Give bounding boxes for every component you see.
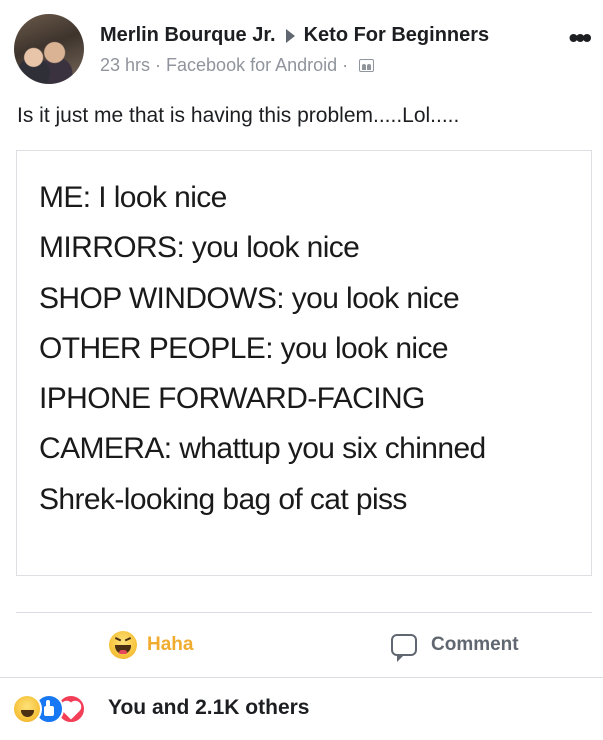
meme-image[interactable]: ME: I look nice MIRRORS: you look nice S… xyxy=(16,150,592,576)
right-triangle-icon xyxy=(285,28,295,43)
reactions-summary[interactable]: You and 2.1K others xyxy=(12,690,309,726)
reaction-icons xyxy=(12,693,100,724)
author-line: Merlin Bourque Jr. Keto For Beginners xyxy=(100,24,489,47)
comment-label: Comment xyxy=(431,634,519,655)
meta-separator: · xyxy=(155,55,162,75)
author-avatar[interactable] xyxy=(14,14,84,84)
haha-button[interactable]: Haha xyxy=(109,620,193,670)
haha-icon xyxy=(109,631,137,659)
meta-separator-2: · xyxy=(342,55,349,75)
post-meta: 23 hrs · Facebook for Android · xyxy=(100,55,375,76)
meme-line: SHOP WINDOWS: you look nice xyxy=(39,281,460,315)
divider xyxy=(16,612,592,613)
comment-icon xyxy=(391,634,417,662)
haha-icon xyxy=(12,694,42,724)
post-source: Facebook for Android xyxy=(166,55,338,75)
meme-line: Shrek-looking bag of cat piss xyxy=(39,482,407,516)
comment-button[interactable]: Comment xyxy=(391,620,519,670)
post-time[interactable]: 23 hrs xyxy=(100,55,150,76)
post-header: Merlin Bourque Jr. Keto For Beginners 23… xyxy=(0,0,603,96)
group-name[interactable]: Keto For Beginners xyxy=(304,24,490,47)
meme-text: ME: I look nice MIRRORS: you look nice S… xyxy=(39,173,486,525)
haha-label: Haha xyxy=(147,634,194,655)
meme-line: IPHONE FORWARD-FACING xyxy=(39,382,425,416)
group-audience-icon xyxy=(359,59,375,72)
meme-line: MIRRORS: you look nice xyxy=(39,231,360,265)
action-bar: Haha Comment xyxy=(0,620,603,670)
post-text: Is it just me that is having this proble… xyxy=(17,104,460,127)
divider xyxy=(0,677,603,678)
author-name[interactable]: Merlin Bourque Jr. xyxy=(100,24,276,47)
more-options-button[interactable]: ••• xyxy=(569,24,592,52)
reaction-count: You and 2.1K others xyxy=(108,696,310,719)
meme-line: ME: I look nice xyxy=(39,181,227,214)
meme-line: OTHER PEOPLE: you look nice xyxy=(39,331,449,365)
meme-line: CAMERA: whattup you six chinned xyxy=(39,432,486,466)
